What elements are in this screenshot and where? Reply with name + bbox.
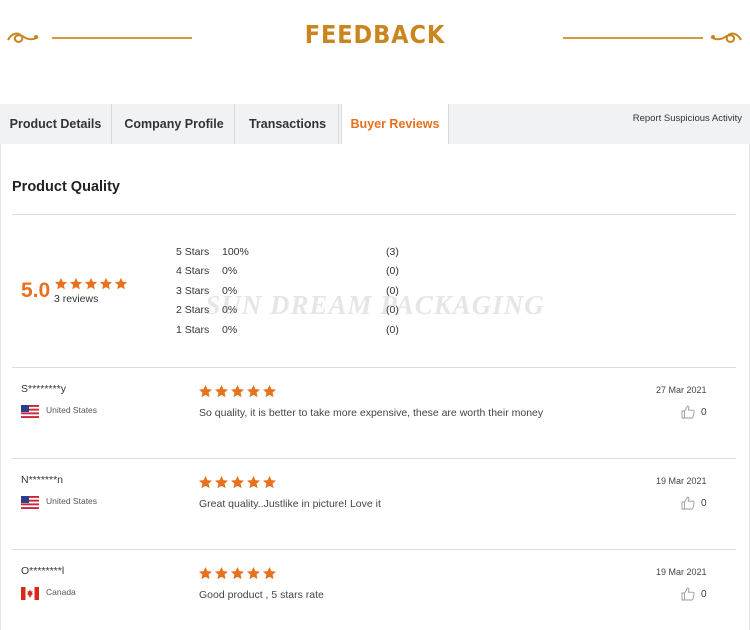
rating-count: (0) — [386, 304, 399, 316]
review-item: S********y United States So quality, it … — [0, 368, 750, 458]
rating-percent: 0% — [222, 324, 238, 336]
star-icon — [247, 475, 260, 489]
banner-title: FEEDBACK — [304, 20, 446, 49]
star-icon — [263, 566, 276, 580]
star-icon — [215, 475, 228, 489]
reviewer-name: S********y — [21, 383, 66, 395]
review-count: 3 reviews — [54, 293, 99, 305]
star-icon — [199, 566, 212, 580]
rating-label: 3 Stars — [176, 285, 210, 297]
flourish-ornament-icon — [710, 32, 742, 43]
rating-count: (0) — [386, 285, 399, 297]
tab-product-details[interactable]: Product Details — [0, 104, 112, 144]
flourish-ornament-icon — [7, 32, 39, 43]
like-count: 0 — [701, 407, 707, 418]
average-rating-stars — [54, 277, 128, 291]
rating-label: 4 Stars — [176, 265, 210, 277]
review-date: 19 Mar 2021 — [656, 476, 707, 486]
review-comment: Great quality..Justlike in picture! Love… — [199, 498, 381, 510]
star-icon — [69, 277, 83, 290]
thumbs-up-icon[interactable] — [681, 587, 695, 601]
star-icon — [99, 277, 113, 290]
review-item: O********l Canada Good product , 5 stars… — [0, 550, 750, 630]
star-icon — [114, 277, 128, 290]
star-icon — [231, 566, 244, 580]
star-icon — [263, 475, 276, 489]
like-count: 0 — [701, 589, 707, 600]
star-icon — [247, 566, 260, 580]
star-icon — [263, 384, 276, 398]
like-count: 0 — [701, 498, 707, 509]
thumbs-up-icon[interactable] — [681, 405, 695, 419]
review-rating-stars — [198, 384, 277, 399]
star-icon — [199, 475, 212, 489]
tab-company-profile[interactable]: Company Profile — [114, 104, 235, 144]
review-item: N*******n United States Great quality..J… — [0, 459, 750, 549]
report-suspicious-activity-link[interactable]: Report Suspicious Activity — [633, 113, 742, 124]
rating-label: 5 Stars — [176, 246, 210, 258]
rating-label: 2 Stars — [176, 304, 210, 316]
tab-buyer-reviews[interactable]: Buyer Reviews — [341, 104, 449, 144]
rating-count: (0) — [386, 324, 399, 336]
rating-count: (0) — [386, 265, 399, 277]
review-comment: Good product , 5 stars rate — [199, 589, 324, 601]
review-rating-stars — [198, 566, 277, 581]
review-rating-stars — [198, 475, 277, 490]
rating-label: 1 Stars — [176, 324, 210, 336]
us-flag-icon — [21, 496, 39, 509]
reviewer-country: Canada — [46, 587, 76, 597]
canada-flag-icon — [21, 587, 39, 600]
star-icon — [215, 384, 228, 398]
thumbs-up-icon[interactable] — [681, 496, 695, 510]
reviewer-name: N*******n — [21, 474, 64, 486]
star-icon — [231, 384, 244, 398]
us-flag-icon — [21, 405, 39, 418]
section-title: Product Quality — [12, 179, 120, 195]
star-icon — [247, 384, 260, 398]
review-date: 27 Mar 2021 — [656, 385, 707, 395]
rating-percent: 0% — [222, 265, 238, 277]
review-date: 19 Mar 2021 — [656, 567, 707, 577]
average-score: 5.0 — [21, 279, 51, 302]
feedback-banner: FEEDBACK — [0, 0, 750, 80]
review-comment: So quality, it is better to take more ex… — [199, 407, 544, 419]
star-icon — [231, 475, 244, 489]
reviewer-country: United States — [46, 405, 98, 415]
reviewer-name: O********l — [21, 565, 65, 577]
divider — [12, 214, 736, 215]
star-icon — [54, 277, 68, 290]
star-icon — [199, 384, 212, 398]
star-icon — [215, 566, 228, 580]
rating-percent: 100% — [222, 246, 249, 258]
star-icon — [84, 277, 98, 290]
rating-percent: 0% — [222, 304, 238, 316]
rating-percent: 0% — [222, 285, 238, 297]
reviewer-country: United States — [46, 496, 98, 506]
banner-line-right — [563, 37, 703, 39]
rating-count: (3) — [386, 246, 399, 258]
tab-transactions[interactable]: Transactions — [237, 104, 339, 144]
